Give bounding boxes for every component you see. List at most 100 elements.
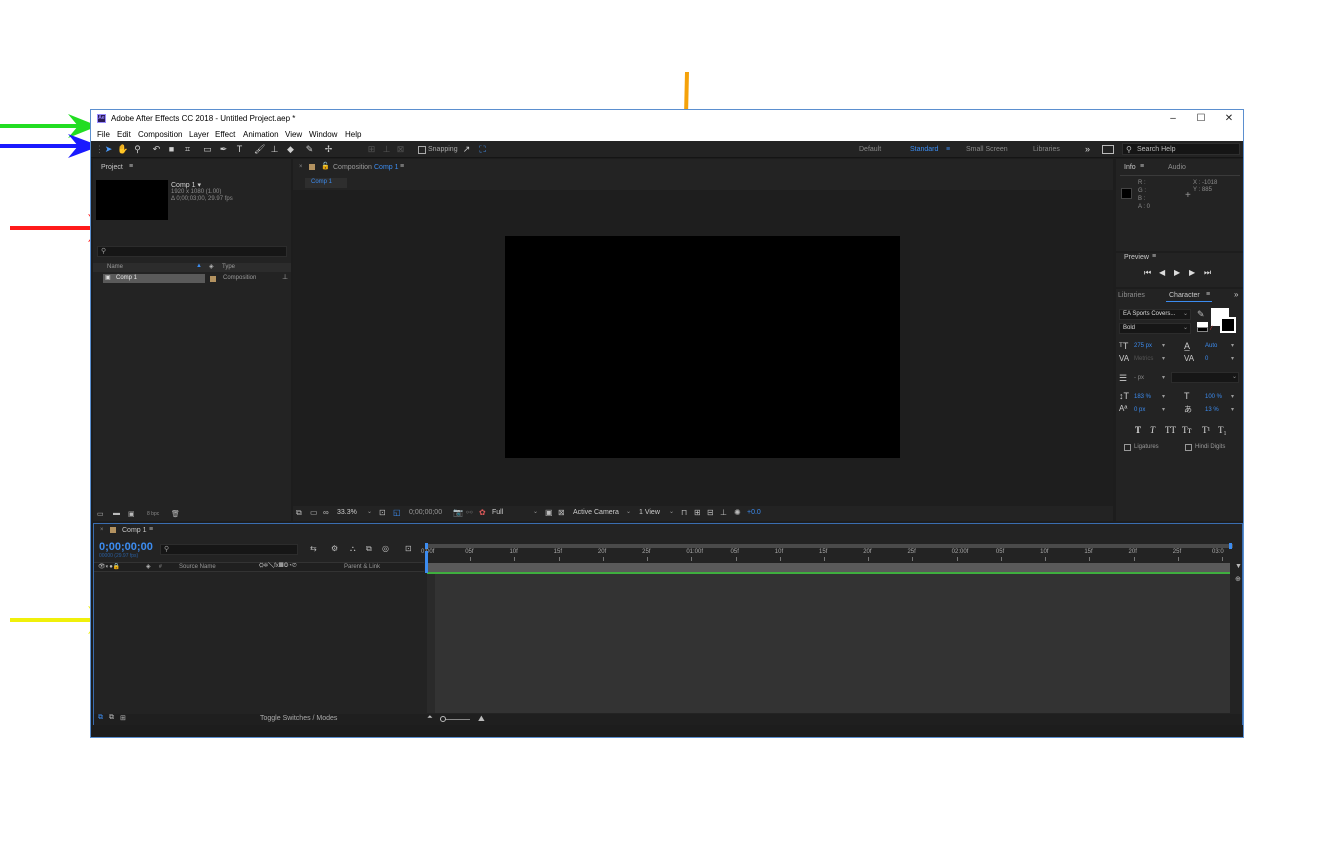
roto-brush-tool-icon[interactable]: ✎ (304, 144, 315, 155)
preview-panel-menu-icon[interactable]: ≡ (1152, 253, 1156, 260)
font-size-value[interactable]: 275 px (1134, 343, 1152, 349)
timeline-panel-menu-icon[interactable]: ≡ (149, 526, 153, 533)
default-stroke-swatch[interactable] (1197, 327, 1208, 332)
world-axis-icon[interactable]: ⊥ (381, 144, 392, 155)
brush-tool-icon[interactable]: 🖌 (254, 144, 265, 155)
composition-panel-menu-icon[interactable]: ≡ (400, 163, 404, 170)
timeline-current-time[interactable]: 0;00;00;00 (99, 541, 153, 553)
flowchart-icon[interactable]: ⊥ (720, 508, 727, 517)
info-tab[interactable]: Info (1124, 164, 1136, 171)
workspace-small-screen[interactable]: Small Screen (966, 146, 1008, 153)
subscript-button[interactable]: T₁ (1218, 425, 1227, 435)
toggle-switches-modes-button[interactable]: Toggle Switches / Modes (260, 715, 337, 722)
views-dropdown[interactable]: 1 View (639, 509, 660, 516)
composition-tab-name[interactable]: Comp 1 (374, 164, 399, 171)
chevron-down-icon[interactable]: ▾ (1231, 355, 1234, 362)
type-tool-icon[interactable]: T (234, 144, 245, 155)
comp-name[interactable]: Comp 1 ▾ (171, 181, 201, 189)
region-of-interest-icon[interactable]: ▣ (545, 508, 553, 517)
menu-view[interactable]: View (285, 130, 302, 139)
character-tab[interactable]: Character (1169, 292, 1200, 299)
stroke-color-swatch[interactable] (1220, 317, 1236, 333)
kerning-value[interactable]: Metrics (1134, 356, 1153, 362)
previous-frame-icon[interactable]: ◀ (1159, 268, 1165, 277)
menu-effect[interactable]: Effect (215, 130, 235, 139)
ligatures-checkbox[interactable] (1124, 444, 1131, 451)
lock-icon[interactable]: 🔓 (321, 162, 330, 170)
project-tab[interactable]: Project (101, 164, 123, 171)
play-icon[interactable]: ▶ (1174, 268, 1180, 277)
delete-icon[interactable]: 🗑 (171, 510, 180, 518)
audio-tab[interactable]: Audio (1168, 164, 1186, 171)
zoom-dropdown[interactable]: 33.3% (337, 509, 357, 516)
resolution-dropdown[interactable]: Full (492, 509, 503, 516)
layer-switches-pane-icon[interactable]: ⧉ (98, 714, 103, 722)
superscript-button[interactable]: T¹ (1202, 425, 1210, 435)
comp-marker-bin-icon[interactable]: ▼ (1235, 563, 1242, 570)
snapshot-icon[interactable]: 📷 (453, 508, 463, 517)
comp-button-icon[interactable]: ⊕ (1235, 575, 1241, 583)
timeline-tab[interactable]: Comp 1 (122, 527, 147, 534)
menu-animation[interactable]: Animation (243, 130, 279, 139)
transparency-toggle-icon[interactable]: ⊠ (558, 508, 565, 517)
chevron-down-icon[interactable]: ▾ (1162, 393, 1165, 400)
column-type[interactable]: Type (222, 264, 235, 270)
menu-composition[interactable]: Composition (138, 130, 182, 139)
eyedropper-icon[interactable]: ✎ (1197, 309, 1205, 320)
toggle-pixel-aspect-icon[interactable]: ⊓ (681, 508, 687, 517)
bit-depth-label[interactable]: 8 bpc (147, 511, 159, 517)
info-panel-menu-icon[interactable]: ≡ (1140, 163, 1144, 170)
snap-features-icon[interactable]: ⛶ (477, 144, 488, 155)
all-caps-button[interactable]: TT (1165, 425, 1176, 435)
rectangle-tool-icon[interactable]: ▭ (202, 144, 213, 155)
composition-tab-prefix[interactable]: Composition (333, 164, 372, 171)
exposure-reset-icon[interactable]: ✺ (734, 508, 741, 517)
timeline-icon[interactable]: ⊟ (707, 508, 714, 517)
local-axis-icon[interactable]: ⊞ (366, 144, 377, 155)
fit-frame-icon[interactable]: ⊡ (379, 508, 386, 517)
faux-bold-button[interactable]: T (1135, 425, 1141, 435)
minimize-button[interactable]: – (1159, 111, 1187, 127)
camera-tool-icon[interactable]: ■ (166, 144, 177, 155)
chevron-down-icon[interactable]: ▾ (1231, 393, 1234, 400)
chevron-down-icon[interactable]: ▾ (1231, 342, 1234, 349)
zoom-in-icon[interactable]: ⛰ (478, 714, 485, 724)
current-time-display[interactable]: 0;00;00;00 (409, 509, 442, 516)
preview-tab[interactable]: Preview (1124, 254, 1149, 261)
first-frame-icon[interactable]: ⏮ (1144, 268, 1151, 278)
chevron-down-icon[interactable]: ▾ (1162, 355, 1165, 362)
interpret-footage-icon[interactable]: ▭ (97, 510, 104, 518)
new-composition-icon[interactable]: ▣ (128, 510, 135, 518)
chevron-down-icon[interactable]: ⌄ (626, 508, 631, 515)
timeline-track-area[interactable] (427, 574, 1230, 713)
frame-blending-icon[interactable]: ⧉ (366, 544, 372, 554)
rotation-tool-icon[interactable]: ↶ (151, 144, 162, 155)
leading-value[interactable]: Auto (1205, 343, 1217, 349)
workspace-menu-icon[interactable]: ≡ (946, 146, 950, 153)
small-caps-button[interactable]: Tт (1182, 425, 1191, 435)
column-name[interactable]: Name (107, 264, 123, 270)
view-axis-icon[interactable]: ⊠ (395, 144, 406, 155)
tracking-value[interactable]: 0 (1205, 356, 1208, 362)
libraries-tab[interactable]: Libraries (1118, 292, 1145, 299)
vertical-scale-value[interactable]: 183 % (1134, 394, 1151, 400)
composition-viewer[interactable] (293, 190, 1113, 506)
always-preview-icon[interactable]: ⧉ (296, 508, 302, 518)
hindi-digits-checkbox[interactable] (1185, 444, 1192, 451)
chevron-down-icon[interactable]: ▾ (1162, 374, 1165, 381)
font-family-dropdown[interactable]: EA Sports Covers... ⌄ (1119, 309, 1191, 320)
workspace-libraries[interactable]: Libraries (1033, 146, 1060, 153)
tsume-value[interactable]: 13 % (1205, 407, 1219, 413)
draft-3d-icon[interactable]: ⚙ (331, 544, 338, 553)
menu-edit[interactable]: Edit (117, 130, 131, 139)
chevron-down-icon[interactable]: ⌄ (669, 508, 674, 515)
stroke-width-value[interactable]: - px (1134, 375, 1144, 381)
eraser-tool-icon[interactable]: ◆ (285, 144, 296, 155)
comp-mini-flowchart-icon[interactable]: ⇆ (310, 544, 317, 553)
fast-previews-icon[interactable]: ⊞ (694, 508, 701, 517)
column-parent-link[interactable]: Parent & Link (344, 564, 380, 570)
graph-editor-icon[interactable]: ⊡ (405, 544, 412, 553)
snapping-checkbox[interactable] (418, 146, 426, 154)
project-search-input[interactable]: ⚲ (97, 246, 287, 257)
zoom-out-icon[interactable]: ⏶ (427, 714, 433, 722)
